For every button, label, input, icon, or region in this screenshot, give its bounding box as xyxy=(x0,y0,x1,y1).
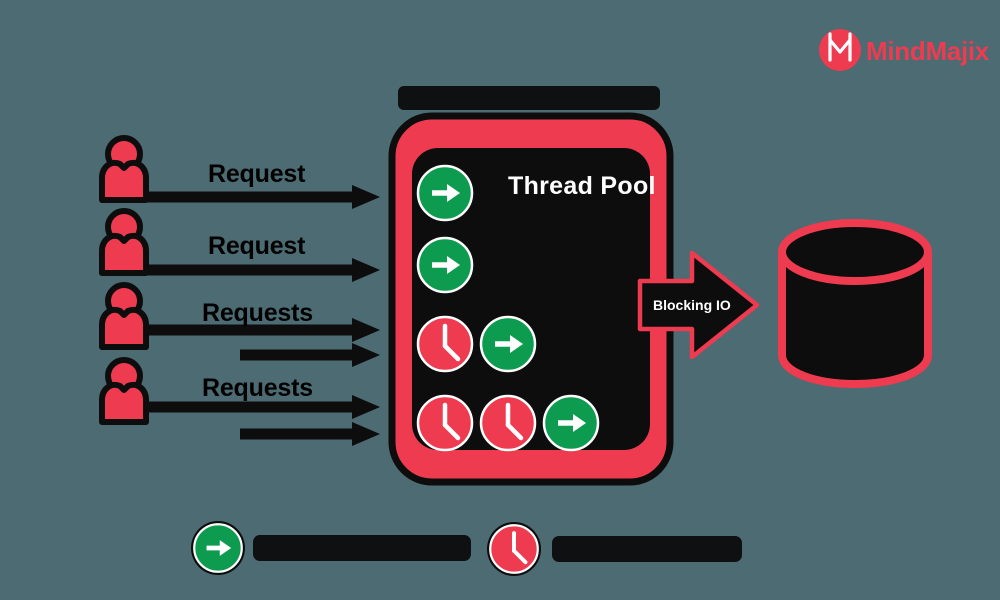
diagram-canvas: Request Request Requests Requests Thread… xyxy=(0,0,1000,600)
request-arrow-row-2 xyxy=(148,258,380,282)
request-arrow-row-3 xyxy=(148,318,380,367)
thread-running xyxy=(418,166,472,220)
green-arrow-icon xyxy=(191,521,245,575)
user-icon xyxy=(102,211,146,273)
request-arrow-row-1 xyxy=(148,185,380,209)
request-arrows xyxy=(148,185,380,446)
request-arrow-row-4 xyxy=(148,395,380,446)
user-icon xyxy=(102,360,146,422)
user-icon xyxy=(102,138,146,200)
thread-running xyxy=(481,317,535,371)
thread-waiting xyxy=(418,396,472,450)
brand-logo-icon xyxy=(819,29,861,71)
thread-running xyxy=(544,396,598,450)
thread-waiting xyxy=(481,396,535,450)
thread-waiting xyxy=(418,317,472,371)
brand-name: MindMajix xyxy=(866,36,989,66)
database-cylinder-icon xyxy=(778,219,932,388)
user-icon xyxy=(102,285,146,347)
diagram-title-redaction xyxy=(398,86,660,110)
red-clock-icon xyxy=(487,522,541,576)
thread-running xyxy=(418,238,472,292)
client-icons xyxy=(102,138,146,422)
